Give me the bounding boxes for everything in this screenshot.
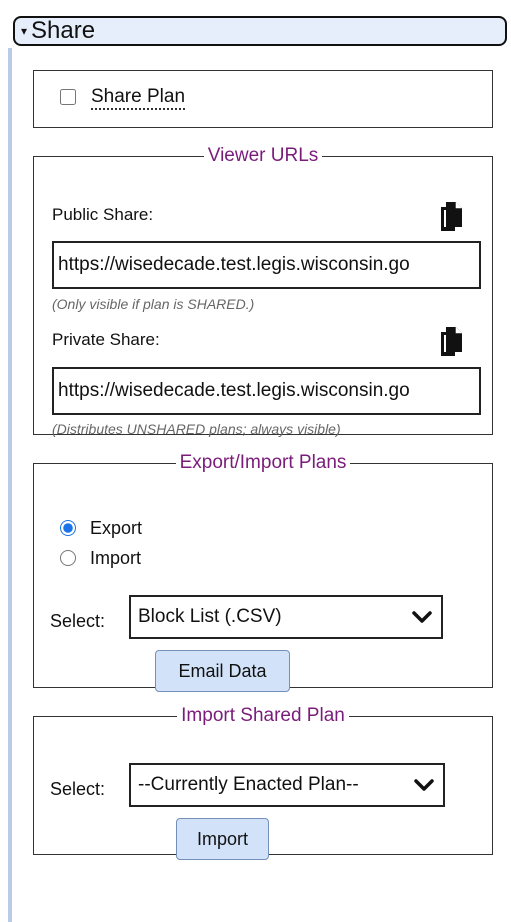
viewer-urls-legend: Viewer URLs [207,145,319,166]
email-data-button[interactable]: Email Data [155,650,290,692]
import-shared-plan-section: Import Shared Plan Select: --Currently E… [33,705,493,860]
import-select-label: Select: [50,779,106,799]
share-plan-box: Share Plan [33,70,493,128]
public-share-hint: (Only visible if plan is SHARED.) [52,296,255,312]
private-share-label: Private Share: [52,330,160,349]
copy-icon[interactable] [437,326,463,356]
export-format-select[interactable]: Block List (.CSV) [129,595,443,639]
import-radio-label[interactable]: Import [90,548,141,569]
export-select-label: Select: [50,611,106,631]
private-share-hint: (Distributes UNSHARED plans; always visi… [52,421,341,437]
import-shared-legend: Import Shared Plan [181,705,345,726]
private-share-url-input[interactable] [52,367,481,415]
public-share-url-input[interactable] [52,241,481,289]
chevron-down-icon [414,779,434,791]
public-share-label: Public Share: [52,205,154,224]
share-panel-header[interactable]: ▾ Share [13,16,507,46]
export-radio[interactable] [60,520,76,536]
share-plan-label[interactable]: Share Plan [91,86,186,110]
copy-icon[interactable] [437,201,463,231]
share-plan-checkbox[interactable] [60,89,76,105]
chevron-down-icon [412,611,432,623]
import-button[interactable]: Import [176,818,269,860]
panel-title: Share [31,17,96,44]
export-import-section: Export/Import Plans Export Import Select… [33,452,493,692]
export-radio-label[interactable]: Export [90,518,142,539]
viewer-urls-section: Viewer URLs Public Share: (Only visible … [33,145,493,437]
panel-border [8,48,12,922]
export-import-legend: Export/Import Plans [179,452,347,473]
shared-plan-select-value: --Currently Enacted Plan-- [138,774,359,795]
import-radio[interactable] [60,550,76,566]
export-select-value: Block List (.CSV) [138,606,282,627]
triangle-icon: ▾ [21,24,28,38]
shared-plan-select[interactable]: --Currently Enacted Plan-- [129,763,445,807]
